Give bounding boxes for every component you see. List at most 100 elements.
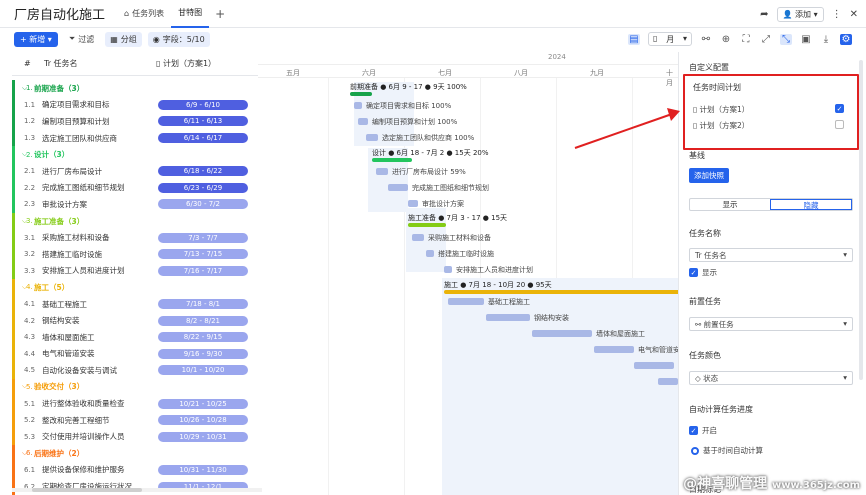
task-name[interactable]: 审批设计方案 xyxy=(30,199,160,210)
plan-pill[interactable]: 7/3 - 7/7 xyxy=(158,232,248,243)
close-icon[interactable]: ✕ xyxy=(850,9,858,20)
table-row[interactable]: 3.2 搭建施工临时设施 7/13 - 7/15 xyxy=(12,245,258,263)
task-bar[interactable] xyxy=(412,234,424,241)
task-bar[interactable] xyxy=(388,184,408,191)
group-row[interactable]: ⌵ 5. 验收交付（3） xyxy=(12,378,258,396)
show-checkbox[interactable]: ✓ xyxy=(689,268,698,277)
table-row[interactable]: 6.2 定期检查厂房设施运行状况 11/1 - 12/1 xyxy=(12,478,258,495)
table-row[interactable]: 6.1 提供设备保修和维护服务 10/31 - 11/30 xyxy=(12,461,258,479)
task-bar[interactable] xyxy=(366,134,378,141)
task-name[interactable]: 确定项目需求和目标 xyxy=(30,99,160,110)
task-name[interactable]: 自动化设备安装与调试 xyxy=(30,365,160,376)
new-button[interactable]: + 新增 ▾ xyxy=(14,31,58,47)
fullscreen-icon[interactable]: ⤡ xyxy=(780,33,792,45)
plan-option-1[interactable]: ▯ 计划（方案1） xyxy=(693,104,749,115)
table-row[interactable]: 3.1 采购施工材料和设备 7/3 - 7/7 xyxy=(12,229,258,246)
filter-button[interactable]: ⏷ 过滤 xyxy=(64,32,99,47)
by-time-option[interactable]: 基于时间自动计算 xyxy=(691,445,763,456)
group-row[interactable]: ⌵ 2. 设计（3） xyxy=(12,146,258,163)
task-bar[interactable] xyxy=(354,102,362,109)
task-name[interactable]: 交付使用并培训操作人员 xyxy=(30,431,160,442)
group-summary-bar[interactable] xyxy=(408,223,446,227)
plan-pill[interactable]: 10/21 - 10/25 xyxy=(158,398,248,409)
task-name[interactable]: 采购施工材料和设备 xyxy=(30,232,160,243)
task-name[interactable]: 编制项目预算和计划 xyxy=(30,116,160,127)
col-plan[interactable]: ▯ 计划（方案1） xyxy=(146,58,246,69)
plan-pill[interactable]: 8/22 - 9/15 xyxy=(158,332,248,343)
plan-pill[interactable]: 6/30 - 7/2 xyxy=(158,199,248,210)
pre-task-select[interactable]: ⚯ 前置任务 ▾ xyxy=(689,317,853,331)
scroll-thumb[interactable] xyxy=(32,488,142,492)
group-summary-bar[interactable] xyxy=(372,158,412,162)
table-row[interactable]: 3.3 安排施工人员和进度计划 7/16 - 7/17 xyxy=(12,262,258,280)
table-row[interactable]: 4.2 钢结构安装 8/2 - 8/21 xyxy=(12,312,258,329)
group-row[interactable]: ⌵ 3. 施工准备（3） xyxy=(12,212,258,230)
task-name[interactable]: 钢结构安装 xyxy=(30,315,160,326)
task-bar[interactable] xyxy=(376,168,388,175)
group-row[interactable]: ⌵ 1. 前期准备（3） xyxy=(12,80,258,97)
task-bar[interactable] xyxy=(448,298,484,305)
task-bar[interactable] xyxy=(426,250,434,257)
task-name[interactable]: 电气和管道安装 xyxy=(30,348,160,359)
download-icon[interactable]: ⤓ xyxy=(820,34,832,45)
table-row[interactable]: 4.4 电气和管道安装 9/16 - 9/30 xyxy=(12,345,258,363)
table-row[interactable]: 2.1 进行厂房布局设计 6/18 - 6/22 xyxy=(12,162,258,180)
table-row[interactable]: 2.3 审批设计方案 6/30 - 7/2 xyxy=(12,196,258,213)
task-name[interactable]: 基础工程施工 xyxy=(30,299,160,310)
plan-pill[interactable]: 6/9 - 6/10 xyxy=(158,99,248,110)
plan-option-2[interactable]: ▯ 计划（方案2） xyxy=(693,120,749,131)
image-icon[interactable]: ▣ xyxy=(800,34,812,45)
tab-task-list[interactable]: ⌂ 任务列表 xyxy=(117,0,171,28)
plan-option-2-checkbox[interactable] xyxy=(835,120,844,129)
table-row[interactable]: 5.1 进行整体验收和质量检查 10/21 - 10/25 xyxy=(12,395,258,412)
group-summary-bar[interactable] xyxy=(350,92,372,96)
task-name[interactable]: 完成施工图纸和细节规划 xyxy=(30,182,160,193)
group-summary-bar[interactable] xyxy=(444,290,678,294)
task-name[interactable]: 搭建施工临时设施 xyxy=(30,249,160,260)
task-bar[interactable] xyxy=(594,346,634,353)
task-name-show[interactable]: ✓ 显示 xyxy=(689,267,717,278)
task-name[interactable]: 进行厂房布局设计 xyxy=(30,166,160,177)
zoom-select[interactable]: ▯ 月 ▾ xyxy=(648,32,692,46)
task-name-select[interactable]: Tr 任务名 ▾ xyxy=(689,248,853,262)
table-row[interactable]: 2.2 完成施工图纸和细节规划 6/23 - 6/29 xyxy=(12,179,258,197)
task-name[interactable]: 选定施工团队和供应商 xyxy=(30,133,160,144)
plan-pill[interactable]: 7/16 - 7/17 xyxy=(158,265,248,276)
task-name[interactable]: 进行整体验收和质量检查 xyxy=(30,398,160,409)
task-bar[interactable] xyxy=(658,378,678,385)
col-name[interactable]: Tr 任务名 xyxy=(30,58,146,69)
plan-pill[interactable]: 10/31 - 11/30 xyxy=(158,464,248,475)
group-row[interactable]: ⌵ 4. 施工（5） xyxy=(12,279,258,296)
gantt-timeline[interactable]: 2024 五月 六月 七月 八月 九月 十月 前期准备 ● 6月 9 - 17 ● 9天 … xyxy=(258,52,678,495)
plan-pill[interactable]: 6/14 - 6/17 xyxy=(158,133,248,144)
task-name[interactable]: 整改和完善工程细节 xyxy=(30,415,160,426)
plan-pill[interactable]: 10/1 - 10/20 xyxy=(158,365,248,376)
table-row[interactable]: 4.5 自动化设备安装与调试 10/1 - 10/20 xyxy=(12,362,258,379)
plan-pill[interactable]: 7/13 - 7/15 xyxy=(158,249,248,260)
today-icon[interactable]: ▤ xyxy=(628,33,640,45)
plan-pill[interactable]: 7/18 - 8/1 xyxy=(158,299,248,310)
share-icon[interactable]: ➦ xyxy=(760,9,768,20)
table-row[interactable]: 4.1 基础工程施工 7/18 - 8/1 xyxy=(12,295,258,313)
task-bar[interactable] xyxy=(358,118,368,125)
task-bar[interactable] xyxy=(444,266,452,273)
plan-option-1-checkbox[interactable]: ✓ xyxy=(835,104,844,113)
show-option[interactable]: 显示 xyxy=(690,199,770,210)
auto-progress-enable[interactable]: ✓ 开启 xyxy=(689,425,717,436)
task-name[interactable]: 安排施工人员和进度计划 xyxy=(30,265,160,276)
task-name[interactable]: 墙体和屋面施工 xyxy=(30,332,160,343)
add-snapshot-button[interactable]: 添加快照 xyxy=(689,168,729,183)
plan-pill[interactable]: 6/23 - 6/29 xyxy=(158,182,248,193)
plan-pill[interactable]: 8/2 - 8/21 xyxy=(158,315,248,326)
panel-scrollbar[interactable] xyxy=(859,60,863,380)
expand-icon[interactable]: ⤢ xyxy=(760,34,772,45)
plan-pill[interactable]: 6/18 - 6/22 xyxy=(158,166,248,177)
task-color-select[interactable]: ◇ 状态 ▾ xyxy=(689,371,853,385)
locate-icon[interactable]: ⊕ xyxy=(720,34,732,45)
task-bar[interactable] xyxy=(634,362,674,369)
task-name[interactable]: 提供设备保修和维护服务 xyxy=(30,464,160,475)
table-row[interactable]: 4.3 墙体和屋面施工 8/22 - 9/15 xyxy=(12,328,258,346)
table-row[interactable]: 5.2 整改和完善工程细节 10/26 - 10/28 xyxy=(12,411,258,429)
task-bar[interactable] xyxy=(408,200,418,207)
link-icon[interactable]: ⚯ xyxy=(700,34,712,45)
